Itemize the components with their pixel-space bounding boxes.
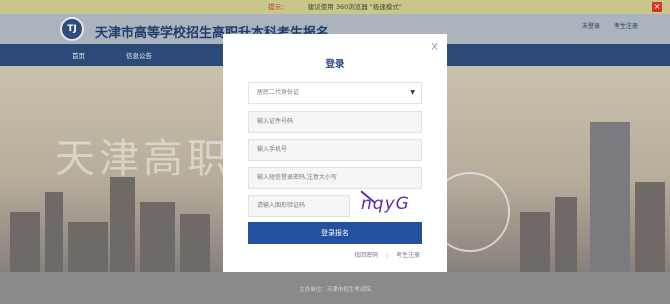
id-number-input[interactable]: 输入证件号码 <box>248 111 422 133</box>
building-silhouette <box>10 212 40 272</box>
captcha-input[interactable]: 请输入图形验证码 <box>248 195 350 217</box>
password-input[interactable]: 输入短信登录密码,注意大小写 <box>248 167 422 189</box>
building-silhouette <box>68 222 108 272</box>
notice-message: 建议使用 360浏览器 "极速模式" <box>307 3 402 11</box>
building-silhouette <box>45 192 63 272</box>
building-silhouette <box>555 197 577 272</box>
modal-close-icon[interactable]: X <box>431 42 438 53</box>
building-silhouette <box>635 182 665 272</box>
login-button[interactable]: 登录报名 <box>248 222 422 244</box>
not-logged-in-link[interactable]: 未登录 <box>582 23 600 30</box>
login-modal: X 登录 居民二代身份证 ▼ 输入证件号码 输入手机号 输入短信登录密码,注意大… <box>223 34 447 272</box>
forgot-password-link[interactable]: 找回密码 <box>354 252 378 259</box>
banner-calligraphy: 天津高职 <box>55 136 231 182</box>
site-footer: 主办单位：天津市招生考试院 <box>0 272 670 304</box>
link-separator: | <box>386 252 389 259</box>
tower-silhouette <box>590 122 630 272</box>
nav-item-home[interactable]: 首页 <box>72 50 85 60</box>
nav-item-announcements[interactable]: 信息公告 <box>126 50 152 60</box>
id-type-value: 居民二代身份证 <box>257 89 300 96</box>
building-silhouette <box>520 212 550 272</box>
modal-title: 登录 <box>325 59 345 70</box>
notice-tip-label: 提示： <box>268 3 288 11</box>
phone-input[interactable]: 输入手机号 <box>248 139 422 161</box>
chevron-down-icon: ▼ <box>410 89 415 96</box>
browser-notice-bar: 提示： 建议使用 360浏览器 "极速模式" × <box>0 0 670 14</box>
modal-register-link[interactable]: 考生注册 <box>396 252 420 259</box>
modal-bottom-links: 找回密码 | 考生注册 <box>354 250 420 259</box>
id-type-select[interactable]: 居民二代身份证 ▼ <box>248 82 422 104</box>
header-register-link[interactable]: 考生注册 <box>614 23 638 30</box>
building-silhouette <box>140 202 175 272</box>
building-silhouette <box>180 214 210 272</box>
header-links: 未登录 考生注册 <box>570 21 638 30</box>
captcha-image[interactable]: nqyG <box>360 190 421 218</box>
building-silhouette <box>110 177 135 272</box>
close-icon[interactable]: × <box>652 2 662 12</box>
site-logo: TJ <box>60 17 84 41</box>
